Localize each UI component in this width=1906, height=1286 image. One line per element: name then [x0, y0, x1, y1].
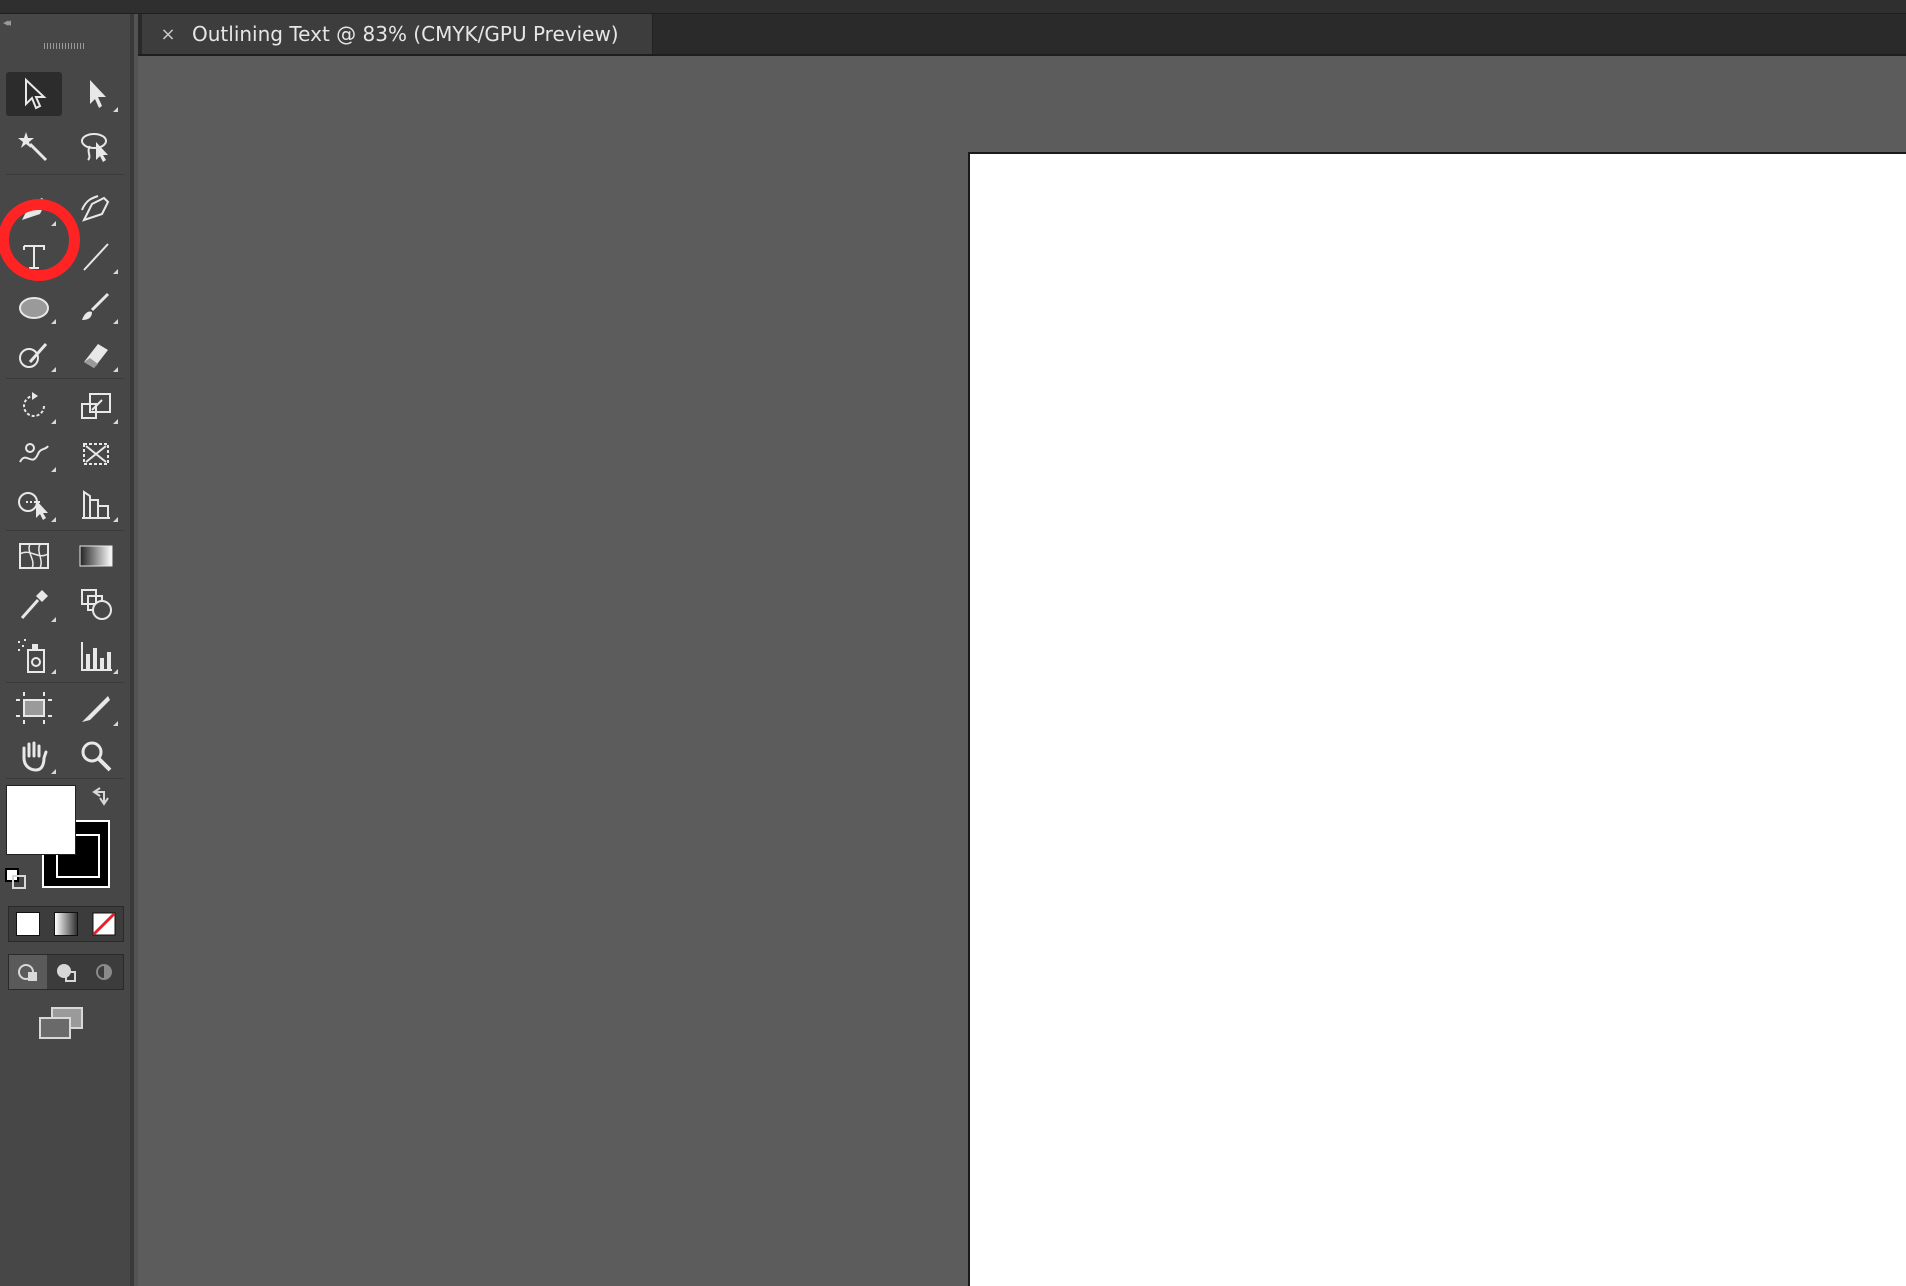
free-transform-tool[interactable]: [68, 432, 124, 476]
slice-icon: [82, 696, 110, 722]
document-tab-title: Outlining Text @ 83% (CMYK/GPU Preview): [192, 22, 619, 46]
draw-inside-icon: [96, 964, 112, 980]
collapse-panel-icon[interactable]: ◂◂: [3, 16, 11, 29]
column-graph-icon: [81, 642, 112, 671]
canvas-area[interactable]: [138, 56, 1906, 1286]
eraser-icon: [84, 344, 108, 368]
paintbrush-tool[interactable]: [68, 284, 124, 328]
eyedropper-icon: [20, 590, 48, 619]
scale-icon: [81, 393, 111, 419]
close-tab-icon[interactable]: ×: [156, 24, 180, 45]
eyedropper-tool[interactable]: [6, 582, 62, 626]
ellipse-tool[interactable]: [6, 284, 62, 328]
curvature-pen-icon: [81, 195, 110, 222]
shaper-icon: [19, 343, 48, 368]
none-swatch-icon: [92, 912, 116, 936]
zoom-tool[interactable]: [68, 734, 124, 778]
document-tab[interactable]: × Outlining Text @ 83% (CMYK/GPU Preview…: [142, 14, 653, 54]
line-segment-icon: [83, 243, 109, 271]
lasso-tool[interactable]: [68, 124, 124, 168]
draw-inside-button[interactable]: [85, 955, 123, 989]
fill-color-swatch[interactable]: [6, 785, 76, 855]
artboard[interactable]: [968, 152, 1906, 1286]
gradient-icon: [79, 545, 113, 567]
artboard-icon: [16, 692, 52, 724]
paintbrush-icon: [82, 292, 110, 320]
drawing-mode-bar: [8, 954, 124, 990]
mesh-tool[interactable]: [6, 534, 62, 578]
application-top-bar: [0, 0, 1906, 14]
pen-tool[interactable]: [6, 186, 62, 230]
type-icon: [23, 245, 45, 269]
column-graph-tool[interactable]: [68, 634, 124, 678]
direct-selection-arrow-icon: [90, 80, 106, 108]
hand-icon: [22, 741, 48, 772]
draw-normal-icon: [18, 964, 37, 981]
ellipse-icon: [19, 297, 49, 319]
perspective-grid-icon: [82, 490, 110, 519]
gradient-tool[interactable]: [68, 534, 124, 578]
perspective-grid-tool[interactable]: [68, 482, 124, 526]
direct-selection-tool[interactable]: [68, 72, 124, 116]
pen-icon: [22, 198, 46, 220]
draw-normal-button[interactable]: [9, 955, 47, 989]
curvature-tool[interactable]: [68, 186, 124, 230]
rotate-tool[interactable]: [6, 384, 62, 428]
none-button[interactable]: [85, 907, 123, 941]
draw-behind-button[interactable]: [47, 955, 85, 989]
magic-wand-icon: [18, 132, 48, 162]
color-mode-bar: [8, 906, 124, 942]
tools-panel: ◂◂: [0, 14, 134, 1286]
hand-tool[interactable]: [6, 734, 62, 778]
document-tab-bar: × Outlining Text @ 83% (CMYK/GPU Preview…: [138, 14, 1906, 56]
default-fill-stroke-icon[interactable]: [4, 867, 28, 891]
eraser-tool[interactable]: [68, 332, 124, 376]
scale-tool[interactable]: [68, 384, 124, 428]
shape-builder-tool[interactable]: [6, 482, 62, 526]
lasso-icon: [81, 133, 108, 162]
shaper-tool[interactable]: [6, 332, 62, 376]
panel-grip[interactable]: [44, 43, 86, 49]
slice-tool[interactable]: [68, 686, 124, 730]
color-button[interactable]: [9, 907, 47, 941]
shape-builder-icon: [18, 492, 48, 520]
free-transform-icon: [83, 443, 109, 465]
magic-wand-tool[interactable]: [6, 124, 62, 168]
line-segment-tool[interactable]: [68, 234, 124, 278]
change-screen-mode-icon[interactable]: [38, 1006, 86, 1042]
symbol-sprayer-tool[interactable]: [6, 634, 62, 678]
zoom-icon: [81, 741, 112, 772]
warp-tool[interactable]: [6, 432, 62, 476]
swap-fill-stroke-icon[interactable]: [90, 784, 114, 808]
mesh-icon: [19, 543, 49, 569]
artboard-tool[interactable]: [6, 686, 62, 730]
selection-tool[interactable]: [6, 72, 62, 116]
warp-icon: [19, 443, 49, 463]
draw-behind-icon: [57, 964, 76, 982]
rotate-icon: [23, 392, 45, 417]
blend-tool[interactable]: [68, 582, 124, 626]
symbol-sprayer-icon: [18, 639, 45, 673]
type-tool[interactable]: [6, 234, 62, 278]
gradient-button[interactable]: [47, 907, 85, 941]
blend-icon: [81, 589, 112, 620]
selection-arrow-icon: [25, 77, 47, 110]
